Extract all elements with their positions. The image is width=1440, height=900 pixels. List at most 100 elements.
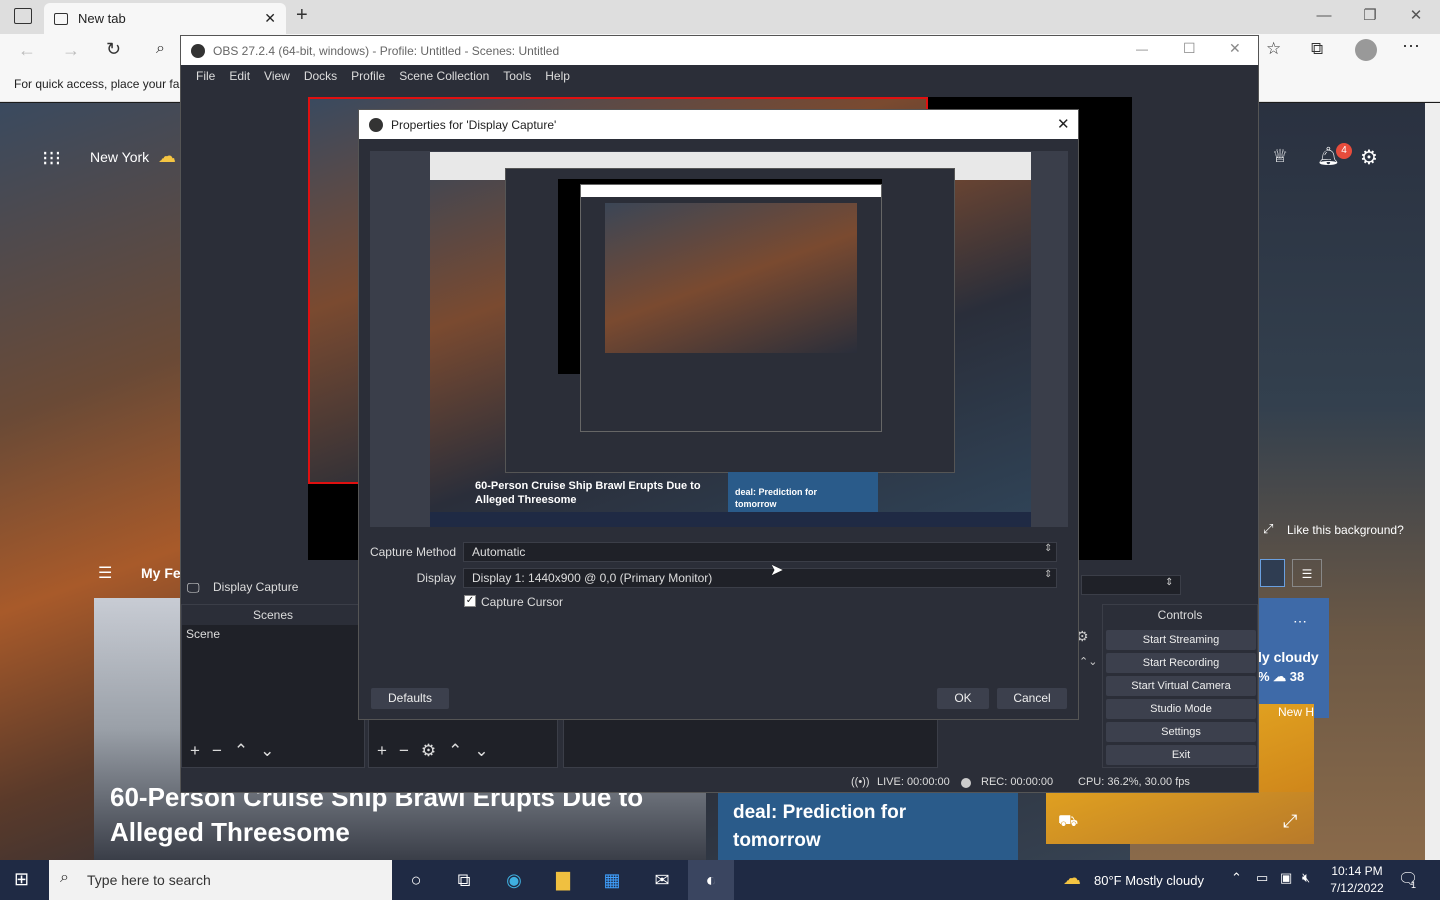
tab-actions-icon[interactable] [14,8,32,24]
apps-grid-icon[interactable]: ⁝⁝⁝ [42,146,61,171]
dialog-close-icon[interactable]: ✕ [1057,115,1070,133]
nested-headline-2: Alleged Threesome [475,494,577,506]
start-virtual-camera-button[interactable]: Start Virtual Camera [1106,676,1256,696]
transition-spin-icon[interactable]: ⌃⌄ [1079,655,1097,668]
task-view-icon[interactable]: ⧉ [450,866,478,894]
tray-network-icon[interactable]: ▭ [1256,870,1268,886]
new-tab-button[interactable]: + [296,4,308,27]
obs-taskbar-icon[interactable]: ◐ [697,866,725,894]
settings-button[interactable]: Settings [1106,722,1256,742]
newtab-icon [54,12,68,25]
more-menu-icon[interactable]: ⋯ [1402,36,1420,57]
action-center-count: 1 [1411,880,1417,890]
menu-docks[interactable]: Docks [297,69,344,83]
obs-logo-icon [191,43,205,58]
display-chevron-icon[interactable]: ⇕ [1044,569,1052,580]
traffic-map[interactable] [1046,792,1314,844]
list-view-button[interactable]: ☰ [1292,559,1322,587]
capture-cursor-checkbox[interactable]: ✓ [464,595,476,607]
dialog-title-bar: Properties for 'Display Capture' ✕ [359,110,1078,139]
browser-tab[interactable]: New tab ✕ [44,3,286,34]
minimize-button[interactable]: — [1301,0,1347,32]
windows-start-icon[interactable]: ⊞ [14,869,29,890]
obs-close-button[interactable]: ✕ [1229,40,1241,57]
forward-icon[interactable]: → [62,40,80,61]
like-background-link[interactable]: Like this background? [1287,523,1404,537]
refresh-icon[interactable]: ↻ [106,39,121,60]
cortana-icon[interactable]: ○ [402,866,430,894]
move-source-down-icon[interactable]: ⌄ [474,741,500,760]
remove-scene-icon[interactable]: − [212,741,234,760]
taskbar-date[interactable]: 7/12/2022 [1328,881,1386,895]
remove-source-icon[interactable]: − [399,741,421,760]
start-recording-button[interactable]: Start Recording [1106,653,1256,673]
close-button[interactable]: ✕ [1393,0,1439,32]
studio-mode-button[interactable]: Studio Mode [1106,699,1256,719]
location-label[interactable]: New York [90,149,149,165]
taskbar-weather[interactable]: 80°F Mostly cloudy [1094,873,1204,888]
favorites-icon[interactable]: ☆ [1266,39,1281,59]
menu-scene-collection[interactable]: Scene Collection [392,69,496,83]
scene-item[interactable]: Scene [182,625,364,643]
obs-status-bar: ((•)) LIVE: 00:00:00 REC: 00:00:00 CPU: … [181,773,1258,793]
source-settings-icon[interactable]: ⚙ [421,741,448,760]
restore-button[interactable]: ❐ [1347,0,1393,32]
add-scene-icon[interactable]: + [190,741,212,760]
move-scene-down-icon[interactable]: ⌄ [260,741,286,760]
menu-edit[interactable]: Edit [222,69,257,83]
menu-tools[interactable]: Tools [496,69,538,83]
obs-maximize-button[interactable]: ☐ [1183,40,1196,57]
obs-minimize-button[interactable]: — [1136,42,1148,56]
gear-icon[interactable]: ⚙ [1360,145,1378,170]
mail-icon[interactable]: ✉ [648,866,676,894]
nested-dialog-preview [605,203,857,353]
news-headline-2[interactable]: deal: Prediction for [733,802,906,824]
open-map-icon[interactable]: ⤢ [1283,811,1297,832]
start-streaming-button[interactable]: Start Streaming [1106,630,1256,650]
file-explorer-icon[interactable]: ▇ [549,866,577,894]
weather-more-icon[interactable]: ⋯ [1293,613,1307,630]
rewards-icon[interactable]: ♕ [1272,146,1288,167]
menu-icon[interactable]: ☰ [98,563,112,583]
capture-method-chevron-icon[interactable]: ⇕ [1044,543,1052,554]
collections-icon[interactable]: ⧉ [1311,39,1323,59]
move-scene-up-icon[interactable]: ⌃ [234,741,260,760]
cancel-button[interactable]: Cancel [997,688,1067,709]
menu-profile[interactable]: Profile [344,69,392,83]
taskbar-time[interactable]: 10:14 PM [1330,864,1384,878]
spin-icon[interactable]: ⇕ [1165,577,1173,588]
close-tab-icon[interactable]: ✕ [264,10,276,27]
menu-help[interactable]: Help [538,69,577,83]
exit-button[interactable]: Exit [1106,745,1256,765]
display-select[interactable]: Display 1: 1440x900 @ 0,0 (Primary Monit… [463,568,1057,588]
news-headline-2b[interactable]: tomorrow [733,830,821,852]
add-source-icon[interactable]: + [377,741,399,760]
live-icon: ((•)) [851,776,870,788]
news-headline-1b[interactable]: Alleged Threesome [110,817,350,848]
scenes-header: Scenes [182,605,364,625]
taskbar-weather-icon[interactable]: ☁ [1063,868,1081,889]
expand-icon[interactable]: ⤢ [1263,521,1273,537]
move-source-up-icon[interactable]: ⌃ [448,741,474,760]
store-icon[interactable]: ▦ [598,866,626,894]
rec-icon [961,778,971,788]
feed-label: My Fe [141,565,181,581]
tray-volume-icon[interactable]: 🔇︎ [1302,870,1310,886]
source-name: Display Capture [213,580,299,594]
edge-icon[interactable]: ◉ [500,866,528,894]
defaults-button[interactable]: Defaults [371,688,449,709]
menu-view[interactable]: View [257,69,297,83]
capture-method-select[interactable]: Automatic [463,542,1057,562]
controls-header: Controls [1103,605,1257,625]
capture-cursor-label[interactable]: Capture Cursor [481,595,563,609]
search-icon[interactable]: ⌕ [156,40,165,58]
tray-chevron-icon[interactable]: ⌃ [1231,870,1242,886]
back-icon[interactable]: ← [18,40,36,61]
tray-display-icon[interactable]: ▣ [1280,870,1292,886]
grid-view-button[interactable] [1260,559,1285,587]
ok-button[interactable]: OK [937,688,989,709]
page-scrollbar[interactable] [1425,103,1440,860]
profile-avatar[interactable] [1355,39,1377,61]
menu-file[interactable]: File [189,69,222,83]
taskbar-search[interactable]: Type here to search [49,860,392,900]
